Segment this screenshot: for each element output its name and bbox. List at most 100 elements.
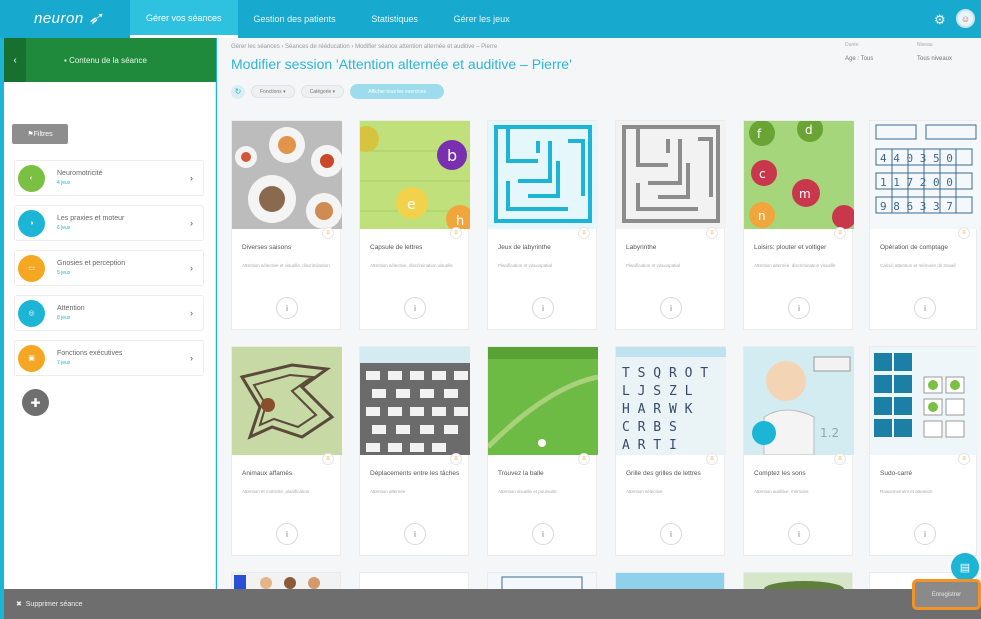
- filter-fonctions-select[interactable]: Fonctions ▾: [251, 85, 295, 98]
- game-thumbnail: [360, 347, 470, 455]
- info-button[interactable]: i: [914, 523, 936, 545]
- info-button[interactable]: i: [660, 523, 682, 545]
- duration-select[interactable]: Age : Tous: [845, 56, 873, 62]
- card-description: Calcul, attention et mémoire de travail: [880, 263, 956, 268]
- category-item[interactable]: ◎ Attention 8 jeux ›: [14, 295, 204, 331]
- game-thumbnail: [616, 121, 726, 229]
- game-card[interactable]: b e h ≡ Capsule de lettres Attention sél…: [359, 120, 470, 330]
- game-card[interactable]: ≡ Jeux de labyrinthe Planification et vi…: [487, 120, 598, 330]
- svg-text:b: b: [447, 146, 457, 165]
- game-thumbnail: [232, 121, 342, 229]
- game-card[interactable]: ≡ Labyrinthe Planification et visuospati…: [615, 120, 726, 330]
- card-description: Attention sélective, discrimination visu…: [370, 263, 453, 268]
- info-button[interactable]: i: [788, 297, 810, 319]
- info-button[interactable]: i: [404, 523, 426, 545]
- card-title: Sudo-carré: [880, 470, 913, 477]
- category-item[interactable]: ◐ Neuromotricité 4 jeux ›: [14, 160, 204, 196]
- show-all-button[interactable]: Afficher tous les exercices: [350, 84, 445, 99]
- category-item[interactable]: ▣ Fonctions exécutives 7 jeux ›: [14, 340, 204, 376]
- category-name: Gnosies et perception: [57, 260, 126, 267]
- svg-text:d: d: [805, 123, 813, 137]
- card-description: Attention sélective: [626, 489, 663, 494]
- info-button[interactable]: i: [276, 523, 298, 545]
- game-card[interactable]: [487, 572, 597, 589]
- filter-categorie-select[interactable]: Catégorie ▾: [300, 85, 345, 98]
- category-item[interactable]: ▭ Gnosies et perception 5 jeux ›: [14, 250, 204, 286]
- game-card[interactable]: [743, 572, 853, 589]
- category-name: Attention: [57, 305, 85, 312]
- toolbar: ↻ Fonctions ▾ Catégorie ▾ Afficher tous …: [231, 84, 445, 99]
- sidebar-collapse-button[interactable]: ‹: [4, 38, 26, 82]
- nav-item-statistiques[interactable]: Statistiques: [352, 0, 438, 38]
- refresh-icon[interactable]: ↻: [231, 84, 245, 99]
- bottom-bar: ✖ Supprimer séance: [4, 589, 981, 619]
- card-title: Trouvez la balle: [498, 470, 544, 477]
- info-button[interactable]: i: [532, 523, 554, 545]
- game-card[interactable]: ≡ Diverses saisons Attention sélective e…: [231, 120, 342, 330]
- game-card[interactable]: [359, 572, 469, 589]
- app-logo[interactable]: neuron ➶: [34, 8, 103, 29]
- svg-text:1.2: 1.2: [820, 426, 839, 440]
- delete-session-link[interactable]: ✖ Supprimer séance: [16, 600, 83, 608]
- game-card[interactable]: 1.2 ≡ Comptez les sons Attention auditiv…: [743, 346, 854, 556]
- info-button[interactable]: i: [788, 523, 810, 545]
- filter-chip[interactable]: ⚑ Filtres: [12, 124, 68, 144]
- game-thumbnail: f d c m n: [744, 121, 854, 229]
- card-description: Attention alternée: [370, 489, 406, 494]
- gear-icon[interactable]: ⚙: [934, 12, 946, 28]
- card-description: Attention et motricité, planification: [242, 489, 310, 494]
- avatar[interactable]: ☺: [956, 9, 975, 28]
- save-button[interactable]: Enregistrer: [912, 579, 981, 610]
- info-button[interactable]: i: [276, 297, 298, 319]
- chevron-right-icon: ›: [190, 218, 193, 228]
- difficulty-badge: ≡: [834, 227, 846, 239]
- difficulty-badge: ≡: [578, 227, 590, 239]
- svg-text:c: c: [759, 167, 766, 181]
- info-button[interactable]: i: [404, 297, 426, 319]
- svg-text:e: e: [407, 197, 416, 213]
- sidebar-header-label: ▪ Contenu de la séance: [64, 55, 147, 65]
- game-card[interactable]: 4 4 0 3 5 0 1 1 7 2 0 0 9 8 6 3 3 7 ≡ Op…: [869, 120, 978, 330]
- game-thumbnail: [232, 347, 342, 455]
- game-thumbnail: [870, 347, 978, 455]
- logo-bird-icon: ➶: [87, 8, 104, 28]
- game-card[interactable]: f d c m n ≡ Loisirs: plouter et voltiger…: [743, 120, 854, 330]
- info-button[interactable]: i: [532, 297, 554, 319]
- game-card[interactable]: [615, 572, 725, 589]
- level-label: Niveau: [917, 42, 933, 48]
- card-title: Jeux de labyrinthe: [498, 244, 551, 251]
- category-item[interactable]: ◑ Les praxies et moteur 6 jeux ›: [14, 205, 204, 241]
- category-count: 6 jeux: [57, 225, 71, 231]
- card-title: Capsule de lettres: [370, 244, 423, 251]
- game-thumbnail: T S Q R O T L J S Z L H A R W K C R B S …: [616, 347, 726, 455]
- category-icon: ▣: [18, 344, 45, 372]
- chevron-right-icon: ›: [190, 353, 193, 363]
- level-select[interactable]: Tous niveaux: [917, 56, 952, 62]
- duration-label: Durée: [845, 42, 859, 48]
- difficulty-badge: ≡: [578, 453, 590, 465]
- session-summary-button[interactable]: ▤: [951, 553, 979, 581]
- difficulty-badge: ≡: [706, 227, 718, 239]
- difficulty-badge: ≡: [834, 453, 846, 465]
- info-button[interactable]: i: [660, 297, 682, 319]
- game-card[interactable]: T S Q R O T L J S Z L H A R W K C R B S …: [615, 346, 726, 556]
- card-description: Attention visuelle et poursuite: [498, 489, 557, 494]
- game-card[interactable]: ≡ Déplacements entre les tâches Attentio…: [359, 346, 470, 556]
- game-card[interactable]: ≡ Sudo-carré Raisonnement et attention i: [869, 346, 978, 556]
- logo-text: neuron: [34, 10, 84, 27]
- game-thumbnail: [488, 347, 598, 455]
- nav-item-patients[interactable]: Gestion des patients: [238, 0, 352, 38]
- info-button[interactable]: i: [914, 297, 936, 319]
- difficulty-badge: ≡: [958, 453, 970, 465]
- nav-item-seances[interactable]: Gérer vos séances: [130, 0, 238, 38]
- nav-item-jeux[interactable]: Gérer les jeux: [438, 0, 526, 38]
- chevron-right-icon: ›: [190, 173, 193, 183]
- game-card[interactable]: ≡ Animaux affamés Attention et motricité…: [231, 346, 342, 556]
- card-title: Opération de comptage: [880, 244, 948, 251]
- category-name: Les praxies et moteur: [57, 215, 125, 222]
- category-count: 5 jeux: [57, 270, 71, 276]
- game-card[interactable]: [231, 572, 341, 589]
- game-card[interactable]: ≡ Trouvez la balle Attention visuelle et…: [487, 346, 598, 556]
- category-count: 8 jeux: [57, 315, 71, 321]
- add-category-button[interactable]: ✚: [22, 389, 49, 416]
